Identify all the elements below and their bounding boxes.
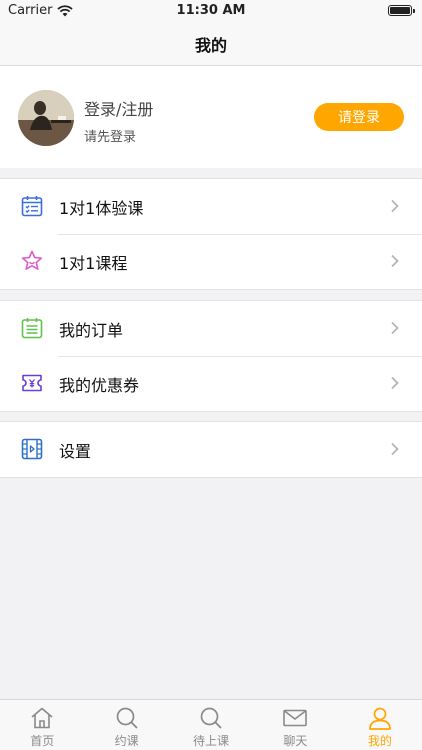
menu-group-courses: 1对1体验课 1对1课程 (0, 178, 422, 290)
login-button[interactable]: 请登录 (314, 103, 404, 131)
menu-item-one-on-one-course[interactable]: 1对1课程 (0, 234, 422, 289)
chevron-right-icon (391, 199, 399, 213)
star-icon (21, 250, 43, 270)
tab-home[interactable]: 首页 (0, 700, 84, 750)
login-subtitle: 请先登录 (84, 130, 137, 145)
order-list-icon (21, 318, 43, 339)
navigation-bar: 我的 (0, 22, 422, 66)
tab-label: 待上课 (193, 734, 230, 748)
mail-icon (283, 709, 308, 727)
calendar-checklist-icon (21, 196, 43, 217)
menu-group-settings: 设置 (0, 421, 422, 478)
home-icon (31, 707, 53, 729)
profile-card[interactable]: 登录/注册 请先登录 请登录 (0, 66, 422, 168)
coupon-yen-icon (22, 374, 42, 392)
chevron-right-icon (391, 376, 399, 390)
search-icon (116, 707, 138, 729)
menu-item-label: 我的优惠券 (59, 375, 140, 395)
settings-video-icon (21, 438, 43, 460)
tab-chat[interactable]: 聊天 (253, 700, 337, 750)
clock: 11:30 AM (176, 3, 246, 18)
chevron-right-icon (391, 321, 399, 335)
page-title: 我的 (194, 35, 227, 55)
tab-label: 约课 (114, 734, 139, 748)
menu-item-label: 1对1体验课 (59, 198, 144, 218)
person-icon (368, 707, 391, 730)
menu-item-label: 我的订单 (59, 320, 124, 340)
tab-label: 聊天 (283, 734, 308, 748)
login-register-title[interactable]: 登录/注册 (84, 96, 153, 120)
chevron-right-icon (391, 254, 399, 268)
menu-item-my-coupons[interactable]: 我的优惠券 (0, 356, 422, 411)
chevron-right-icon (391, 442, 399, 456)
menu-item-label: 1对1课程 (59, 253, 128, 273)
tab-book-class[interactable]: 约课 (84, 700, 168, 750)
tab-mine[interactable]: 我的 (338, 700, 422, 750)
tab-label: 首页 (30, 734, 55, 748)
menu-item-settings[interactable]: 设置 (0, 422, 422, 477)
menu-item-trial-lesson[interactable]: 1对1体验课 (0, 179, 422, 234)
battery-icon (388, 5, 415, 16)
avatar[interactable] (18, 90, 74, 146)
tab-upcoming-class[interactable]: 待上课 (169, 700, 253, 750)
status-bar: Carrier 11:30 AM (0, 0, 422, 22)
tab-bar: 首页 约课 待上课 聊天 我的 (0, 699, 422, 750)
menu-group-orders: 我的订单 我的优惠券 (0, 300, 422, 412)
search-icon (200, 707, 222, 729)
menu-item-my-orders[interactable]: 我的订单 (0, 301, 422, 356)
tab-label: 我的 (367, 734, 392, 748)
menu-item-label: 设置 (59, 441, 92, 461)
